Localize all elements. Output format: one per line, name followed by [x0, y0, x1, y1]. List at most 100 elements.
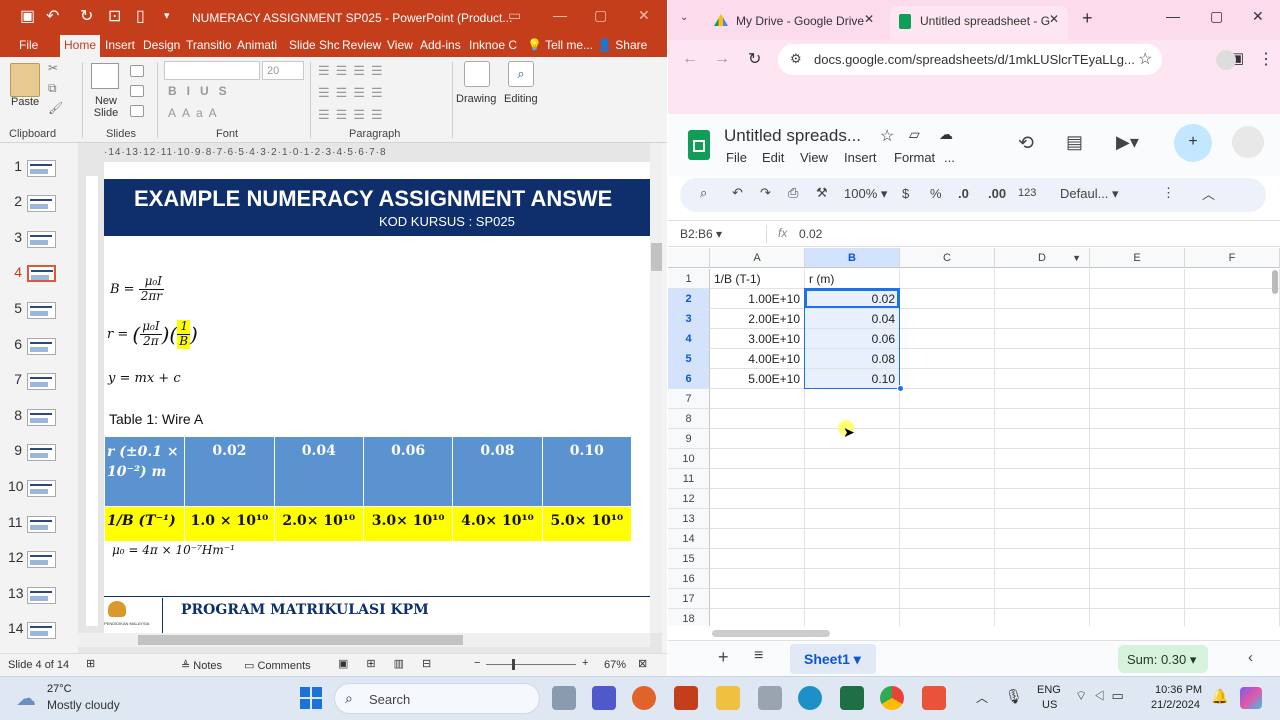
redo-icon[interactable]: ↷ [760, 185, 771, 201]
comments-button[interactable]: ▭ Comments [244, 659, 311, 672]
name-box[interactable]: B2:B6 ▾ [680, 227, 722, 241]
tab-transitions[interactable]: Transitio [186, 38, 232, 52]
zoom-slider[interactable] [486, 664, 576, 665]
task-view-icon[interactable] [552, 686, 576, 710]
slide-thumbnail[interactable] [27, 195, 56, 212]
collapse-toolbar-icon[interactable]: ︿ [1202, 184, 1215, 203]
row-header[interactable]: 10 [668, 449, 710, 469]
chrome-menu-icon[interactable]: ⋮ [1258, 49, 1274, 69]
notification-bell-icon[interactable]: 🔔 [1211, 688, 1228, 705]
slide-footer[interactable]: PROGRAM MATRIKULASI KPM [181, 602, 429, 618]
input-region[interactable]: US [1042, 699, 1057, 711]
save-icon[interactable]: ▣ [20, 6, 35, 26]
bookmark-star-icon[interactable]: ☆ [1138, 49, 1152, 69]
new-slide-icon[interactable] [91, 63, 119, 89]
edge-icon[interactable] [798, 686, 822, 710]
ribbon-display-icon[interactable]: ▭ [508, 7, 521, 24]
slide-thumbnail[interactable] [27, 551, 56, 568]
increase-decimal-button[interactable]: .00 [988, 186, 1006, 201]
spreadsheet-grid[interactable]: A B C D ▼ E F 1 2 3 4 5 6 7 8 9 10 11 12 … [668, 248, 1280, 626]
row-header[interactable]: 16 [668, 569, 710, 589]
slide-horizontal-scrollbar[interactable] [78, 633, 650, 647]
cut-icon[interactable]: ✂ [48, 61, 58, 75]
weather-icon[interactable]: ☁ [16, 686, 36, 711]
font-color-icons[interactable]: AAaA [168, 106, 223, 120]
more-tools-icon[interactable]: ⋮ [1162, 185, 1175, 201]
tab-slideshow[interactable]: Slide Shc [289, 38, 340, 52]
slide-thumbnail-active[interactable] [27, 265, 56, 282]
slide-thumbnail[interactable] [27, 302, 56, 319]
star-icon[interactable]: ☆ [880, 126, 894, 146]
cell-a5[interactable]: 4.00E+10 [710, 349, 805, 369]
row-header[interactable]: 11 [668, 469, 710, 489]
side-panel-toggle-icon[interactable]: ‹ [1248, 649, 1253, 666]
zoom-slider-thumb[interactable] [512, 659, 515, 670]
menu-format[interactable]: Format [894, 150, 935, 165]
tab-search-icon[interactable]: ⌄ [680, 12, 688, 23]
slide-thumbnail[interactable] [27, 444, 56, 461]
b-value-cell[interactable]: 3.0× 10¹⁰ [362, 506, 454, 542]
column-header-c[interactable]: C [900, 248, 995, 268]
slide-title[interactable]: EXAMPLE NUMERACY ASSIGNMENT ANSWE [134, 186, 612, 212]
row-header[interactable]: 2 [668, 289, 710, 309]
file-explorer-icon[interactable] [716, 686, 740, 710]
column-header-f[interactable]: F [1185, 248, 1280, 268]
tab-inknoe[interactable]: Inknoe C [469, 38, 517, 52]
slide-thumbnail[interactable] [27, 622, 56, 639]
zoom-select[interactable]: 100% ▾ [844, 186, 887, 202]
row-header[interactable]: 12 [668, 489, 710, 509]
weather-desc[interactable]: Mostly cloudy [47, 698, 120, 712]
share-add-person-icon[interactable]: + [1174, 124, 1212, 162]
close-icon[interactable]: ✕ [638, 7, 650, 24]
menu-file[interactable]: File [726, 150, 747, 165]
tab-home[interactable]: Home [60, 35, 101, 57]
b-header-cell[interactable]: 1/B (T⁻¹) [104, 506, 186, 542]
excel-icon[interactable] [840, 686, 864, 710]
b-value-cell[interactable]: 1.0 × 10¹⁰ [184, 506, 275, 542]
new-tab-icon[interactable]: + [1082, 8, 1093, 29]
screen-recorder-icon[interactable] [922, 686, 946, 710]
tab-spreadsheet[interactable]: Untitled spreadsheet - G [890, 6, 1068, 40]
view-buttons[interactable]: ▣⊞▥⊟ [338, 657, 449, 670]
print-icon[interactable]: ⎙ [788, 185, 798, 201]
fit-to-window-icon[interactable]: ⊠ [638, 657, 647, 670]
formula-input[interactable]: 0.02 [799, 227, 822, 241]
share-button[interactable]: 👤 Share [597, 38, 647, 52]
firefox-icon[interactable] [632, 686, 656, 710]
copilot-icon[interactable] [1240, 687, 1262, 709]
site-info-icon[interactable]: ⚙ [790, 51, 802, 67]
reset-icon[interactable] [130, 85, 144, 97]
redo-icon[interactable]: ↻ [80, 6, 93, 26]
tab-file[interactable]: File [19, 38, 38, 52]
new-file-icon[interactable]: ▯ [136, 6, 145, 26]
sheet-tab-sheet1[interactable]: Sheet1 ▾ [790, 644, 876, 674]
row-header[interactable]: 9 [668, 429, 710, 449]
doc-title[interactable]: Untitled spreads... [724, 126, 861, 146]
zoom-in-icon[interactable]: + [582, 657, 588, 669]
slide-thumbnail[interactable] [27, 516, 56, 533]
r-value-cell[interactable]: 0.02 [184, 436, 275, 507]
qa-customize-icon[interactable]: ▾ [164, 9, 170, 22]
tab-google-drive[interactable]: My Drive - Google Drive [704, 6, 886, 40]
tab-insert[interactable]: Insert [105, 38, 135, 52]
undo-icon[interactable]: ↶ [46, 6, 59, 26]
clock-time[interactable]: 10:36 PM [1155, 684, 1202, 696]
section-icon[interactable] [130, 105, 144, 117]
decrease-decimal-button[interactable]: .0 [958, 186, 969, 201]
search-menus-icon[interactable]: ⌕ [700, 185, 707, 201]
account-avatar[interactable] [1232, 126, 1264, 158]
comments-icon[interactable]: ▤ [1066, 132, 1083, 153]
r-value-cell[interactable]: 0.08 [452, 436, 543, 507]
horizontal-scroll-thumb[interactable] [712, 630, 830, 637]
currency-format-button[interactable]: $ [902, 186, 909, 201]
taskbar-search-box[interactable]: ⌕ Search [334, 683, 540, 714]
slide-thumbnail[interactable] [27, 338, 56, 355]
cell-a1[interactable]: 1/B (T-1) [710, 269, 805, 289]
slide-thumbnail[interactable] [27, 587, 56, 604]
list-icons[interactable]: ☰☰☰☰ [318, 63, 389, 79]
version-history-icon[interactable]: ⟲ [1018, 132, 1034, 155]
presentation-mode-icon[interactable]: ⊡ [108, 6, 121, 26]
row-header[interactable]: 3 [668, 309, 710, 329]
horizontal-scrollbar[interactable] [668, 627, 1280, 640]
column-header-a[interactable]: A [710, 248, 805, 268]
